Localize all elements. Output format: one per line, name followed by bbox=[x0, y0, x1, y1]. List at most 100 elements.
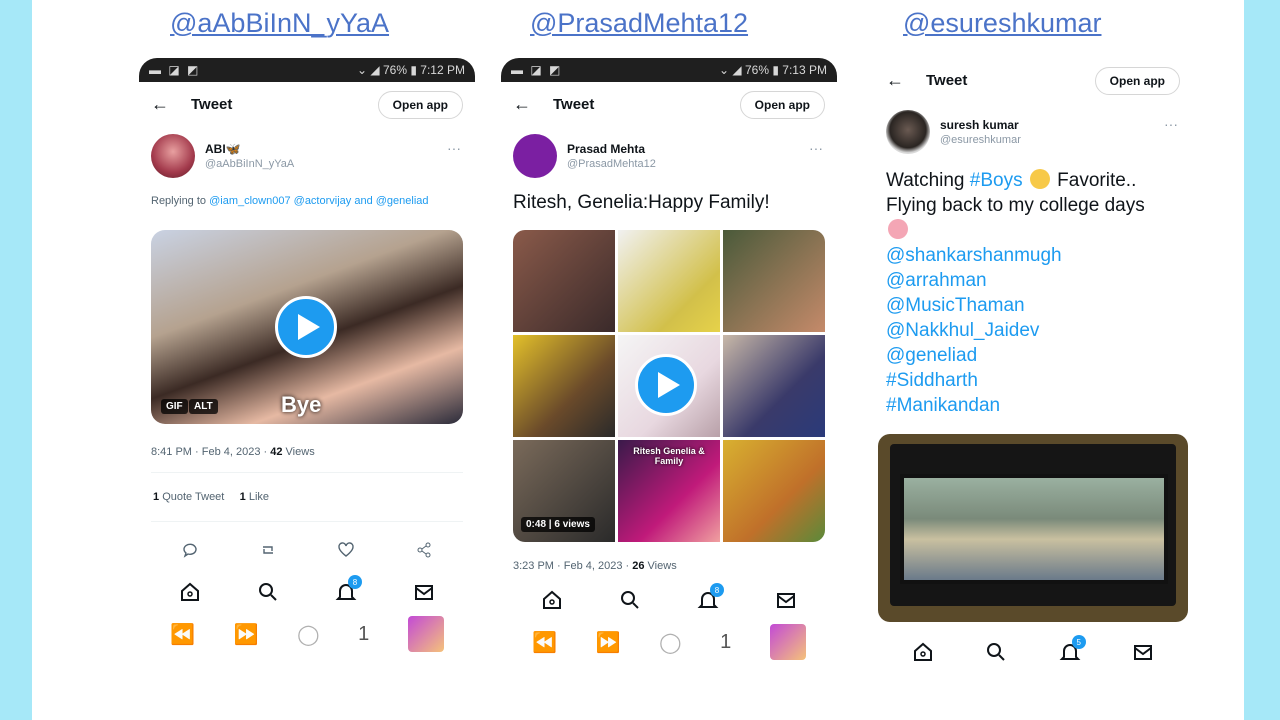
display-name[interactable]: ABI🦋 bbox=[205, 142, 294, 156]
more-options-icon[interactable]: ··· bbox=[1164, 116, 1178, 132]
share-icon[interactable] bbox=[412, 538, 436, 562]
replying-prefix: Replying to bbox=[151, 195, 207, 207]
quote-count[interactable]: 1 bbox=[153, 491, 159, 503]
search-icon[interactable] bbox=[256, 580, 280, 604]
rewind-icon[interactable]: ⏪ bbox=[170, 622, 195, 647]
home-icon[interactable] bbox=[911, 640, 935, 664]
page-counter: 1 bbox=[720, 630, 732, 653]
collage-photo bbox=[723, 335, 825, 437]
tweet-meta: 3:23 PM · Feb 4, 2023 · 26 Views bbox=[501, 552, 837, 580]
handle-label-3: @esureshkumar bbox=[903, 8, 1102, 38]
divider bbox=[151, 472, 463, 473]
user-handle[interactable]: @esureshkumar bbox=[940, 134, 1021, 146]
hashtag-link[interactable]: #Boys bbox=[970, 170, 1023, 191]
views-label: Views bbox=[285, 446, 315, 458]
thumbnail[interactable] bbox=[769, 624, 806, 660]
search-icon[interactable] bbox=[618, 588, 642, 612]
views-label: Views bbox=[647, 560, 677, 572]
status-icons: ▬ ◪ ◩ bbox=[511, 63, 563, 77]
views-count: 26 bbox=[632, 560, 645, 572]
replying-links[interactable]: @iam_clown007 @actorvijay and @geneliad bbox=[209, 195, 428, 207]
hashtag-link[interactable]: #Siddharth bbox=[886, 368, 1180, 393]
display-name[interactable]: Prasad Mehta bbox=[567, 142, 656, 156]
collage-caption: Ritesh Genelia & Family bbox=[633, 446, 705, 466]
home-circle-icon[interactable]: ◯ bbox=[659, 630, 681, 655]
more-options-icon[interactable]: ··· bbox=[809, 140, 823, 156]
tweet-header: ← Tweet Open app bbox=[501, 82, 837, 126]
home-icon[interactable] bbox=[178, 580, 202, 604]
search-icon[interactable] bbox=[984, 640, 1008, 664]
like-count[interactable]: 1 bbox=[240, 491, 246, 503]
like-icon[interactable] bbox=[334, 538, 358, 562]
thumbnail[interactable] bbox=[407, 616, 444, 652]
fast-forward-icon[interactable]: ⏩ bbox=[596, 630, 621, 655]
user-handle[interactable]: @aAbBiInN_yYaA bbox=[205, 158, 294, 170]
phone-screenshot-3: ← Tweet Open app suresh kumar @esureshku… bbox=[874, 58, 1192, 688]
collage-photo: Ritesh Genelia & Family bbox=[618, 440, 720, 542]
play-button-icon[interactable] bbox=[275, 296, 337, 358]
messages-envelope-icon[interactable] bbox=[774, 588, 798, 612]
tweet-time: 3:23 PM · Feb 4, 2023 · bbox=[513, 560, 630, 572]
avatar[interactable] bbox=[513, 134, 557, 178]
open-app-button[interactable]: Open app bbox=[377, 91, 463, 119]
user-handle[interactable]: @PrasadMehta12 bbox=[567, 158, 656, 170]
star-eyes-emoji-icon bbox=[1029, 169, 1050, 189]
avatar[interactable] bbox=[886, 110, 930, 154]
notification-badge: 8 bbox=[710, 583, 724, 597]
home-icon[interactable] bbox=[540, 588, 564, 612]
notifications-bell-icon[interactable]: 8 bbox=[334, 575, 362, 604]
fast-forward-icon[interactable]: ⏩ bbox=[234, 622, 259, 647]
collage-photo bbox=[723, 440, 825, 542]
status-icons: ▬ ◪ ◩ bbox=[149, 63, 201, 77]
divider bbox=[151, 521, 463, 522]
alt-tag[interactable]: ALT bbox=[189, 399, 218, 414]
video-views: 6 views bbox=[554, 519, 590, 530]
mention-link[interactable]: @geneliad bbox=[886, 343, 1180, 368]
mention-link[interactable]: @Nakkhul_Jaidev bbox=[886, 318, 1180, 343]
tweet-text-part: Favorite.. bbox=[1057, 170, 1137, 191]
back-arrow-icon[interactable]: ← bbox=[886, 70, 926, 91]
display-name[interactable]: suresh kumar bbox=[940, 118, 1021, 132]
canvas: @aAbBiInN_yYaA @PrasadMehta12 @esureshku… bbox=[32, 0, 1244, 720]
author-names: Prasad Mehta @PrasadMehta12 bbox=[567, 142, 656, 170]
open-app-button[interactable]: Open app bbox=[1094, 67, 1180, 95]
status-bar: ▬ ◪ ◩ ⌄ ◢ 76% ▮ 7:13 PM bbox=[501, 58, 837, 82]
handle-label-1: @aAbBiInN_yYaA bbox=[170, 8, 390, 38]
back-arrow-icon[interactable]: ← bbox=[513, 94, 553, 115]
battery-icon: ▮ bbox=[410, 63, 417, 77]
tweet-text: Watching #Boys Favorite.. Flying back to… bbox=[874, 162, 1192, 424]
messages-envelope-icon[interactable] bbox=[1131, 640, 1155, 664]
retweet-icon[interactable] bbox=[256, 538, 280, 562]
notifications-bell-icon[interactable]: 5 bbox=[1058, 635, 1086, 664]
home-circle-icon[interactable]: ◯ bbox=[297, 622, 319, 647]
rewind-icon[interactable]: ⏪ bbox=[532, 630, 557, 655]
collage-photo bbox=[618, 230, 720, 332]
gif-media[interactable]: GIF ALT Bye bbox=[151, 230, 463, 424]
play-button-icon[interactable] bbox=[635, 354, 697, 416]
smiling-hearts-emoji-icon bbox=[888, 219, 908, 239]
battery-icon: ▮ bbox=[772, 63, 779, 77]
messages-envelope-icon[interactable] bbox=[412, 580, 436, 604]
reply-icon[interactable] bbox=[178, 538, 202, 562]
back-arrow-icon[interactable]: ← bbox=[151, 94, 191, 115]
avatar[interactable] bbox=[151, 134, 195, 178]
open-app-button[interactable]: Open app bbox=[739, 91, 825, 119]
battery-level: 76% bbox=[382, 63, 407, 77]
mention-link[interactable]: @shankarshanmugh bbox=[886, 243, 1180, 268]
like-label[interactable]: Like bbox=[249, 491, 269, 503]
quote-label[interactable]: Quote Tweet bbox=[162, 491, 224, 503]
collage-media[interactable]: Ritesh Genelia & Family 0:48 | 6 views bbox=[513, 230, 825, 542]
tweet-author: Prasad Mehta @PrasadMehta12 ··· bbox=[501, 126, 837, 186]
status-right: ⌄ ◢ 76% ▮ 7:13 PM bbox=[719, 63, 827, 77]
hashtag-link[interactable]: #Manikandan bbox=[886, 393, 1180, 418]
replying-to: Replying to @iam_clown007 @actorvijay an… bbox=[139, 186, 475, 216]
notifications-bell-icon[interactable]: 8 bbox=[696, 583, 724, 612]
more-options-icon[interactable]: ··· bbox=[447, 140, 461, 156]
page-title: Tweet bbox=[191, 95, 233, 113]
tweet-photo[interactable] bbox=[878, 434, 1188, 622]
phone-screenshot-2: ▬ ◪ ◩ ⌄ ◢ 76% ▮ 7:13 PM ← Tweet Open app… bbox=[501, 58, 837, 668]
signal-icon: ⌄ ◢ bbox=[719, 63, 742, 77]
tweet-author: suresh kumar @esureshkumar ··· bbox=[874, 102, 1192, 162]
mention-link[interactable]: @arrahman bbox=[886, 268, 1180, 293]
mention-link[interactable]: @MusicThaman bbox=[886, 293, 1180, 318]
